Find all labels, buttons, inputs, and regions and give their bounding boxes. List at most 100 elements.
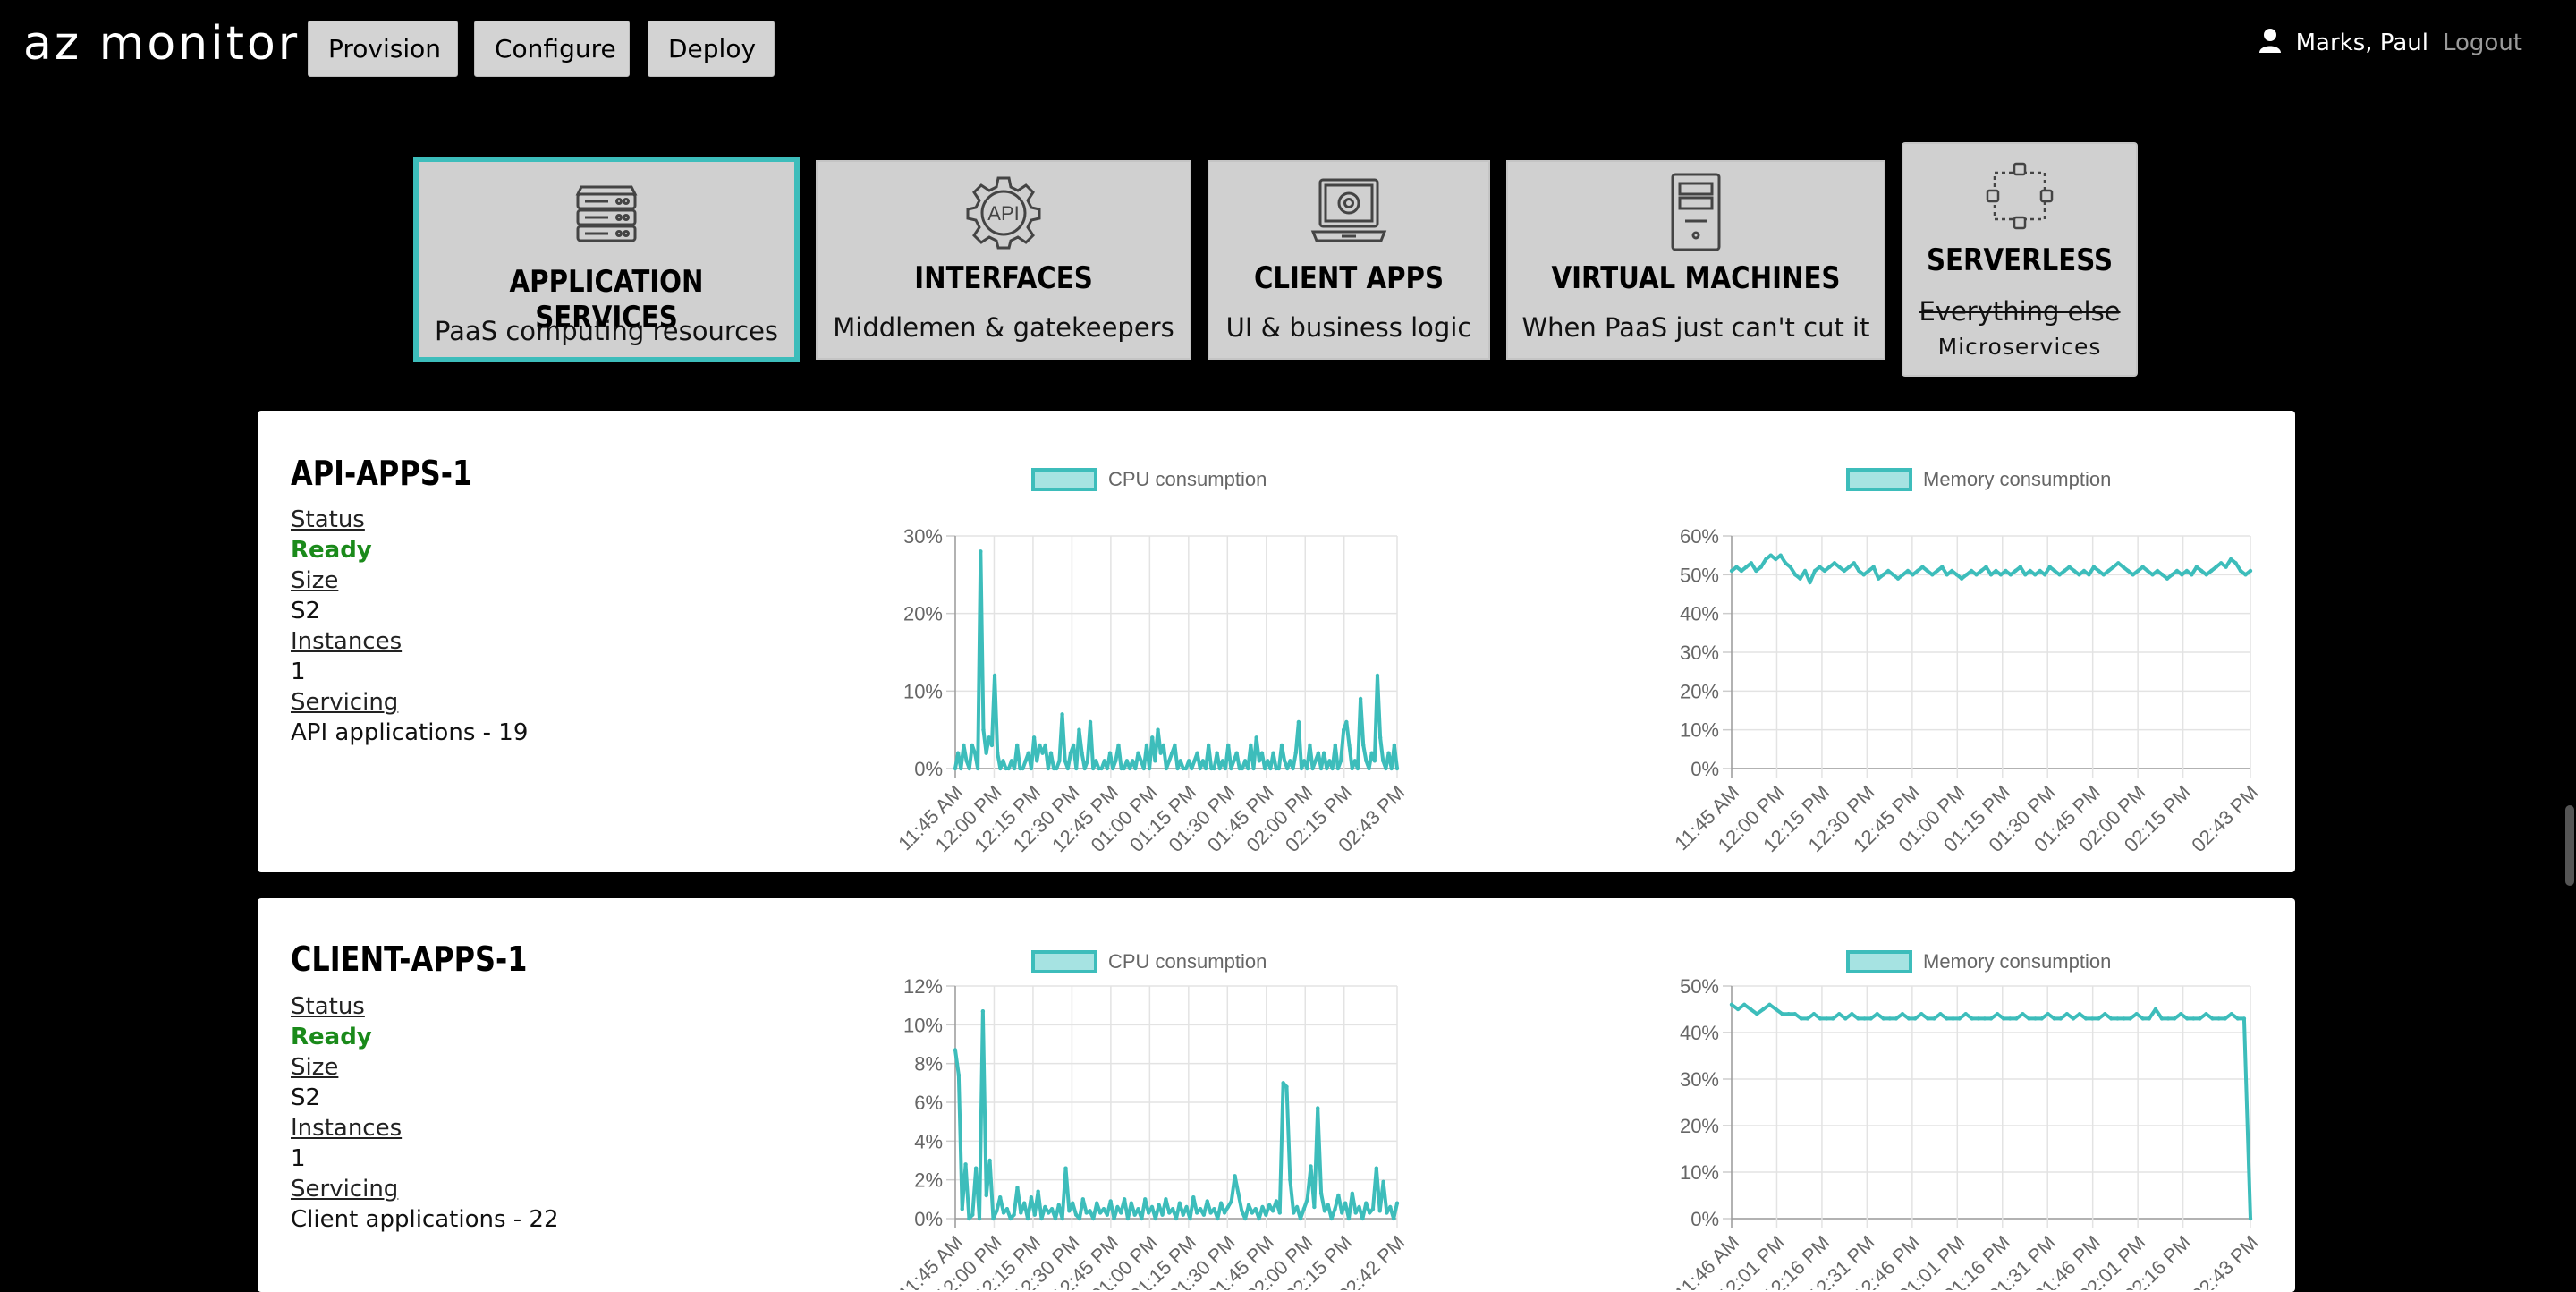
data-point [2091, 565, 2097, 569]
data-point [1744, 565, 1749, 569]
data-point [1008, 1216, 1013, 1221]
data-point [970, 743, 975, 748]
chart-legend: Memory consumption [1846, 950, 2111, 973]
data-point [1097, 1211, 1103, 1215]
data-point [1166, 759, 1172, 763]
data-point [1025, 1216, 1030, 1221]
legend-swatch [1846, 950, 1912, 973]
data-point [1906, 1016, 1911, 1021]
servicing-value: API applications - 19 [291, 719, 529, 746]
data-point [1875, 1012, 1879, 1016]
data-point [1260, 1204, 1265, 1210]
data-point [987, 1158, 992, 1163]
chart-legend: Memory consumption [1846, 468, 2111, 491]
data-point [1377, 735, 1383, 740]
data-point [1288, 759, 1292, 763]
data-point [1741, 1002, 1747, 1007]
data-point [1220, 759, 1225, 763]
data-point [2184, 568, 2190, 574]
tile-interfaces[interactable]: API INTERFACES Middlemen & gatekeepers [816, 160, 1191, 360]
data-point [1085, 759, 1090, 763]
data-point [2223, 1016, 2227, 1021]
data-point [1035, 759, 1039, 763]
size-value: S2 [291, 1084, 321, 1111]
data-point [1006, 766, 1011, 771]
configure-button[interactable]: Configure [474, 21, 630, 77]
data-point [1274, 1199, 1279, 1203]
legend-label: Memory consumption [1923, 468, 2111, 490]
data-point [1935, 568, 1940, 574]
data-point [1367, 1211, 1372, 1215]
data-point [1157, 1203, 1161, 1208]
data-point [1915, 568, 1920, 574]
tile-application-services[interactable]: APPLICATION SERVICES PaaS computing reso… [413, 157, 800, 362]
data-point [1982, 1016, 1987, 1021]
y-tick-label: 40% [1680, 1022, 1719, 1044]
data-point [1291, 766, 1295, 771]
data-point [1951, 1016, 1955, 1021]
data-point [2185, 1016, 2190, 1021]
data-point [998, 766, 1003, 771]
y-tick-label: 60% [1680, 525, 1719, 548]
tile-client-apps[interactable]: CLIENT APPS UI & business logic [1208, 160, 1490, 360]
y-tick-label: 0% [1690, 1208, 1719, 1230]
data-point [1901, 573, 1905, 577]
tile-subtitle: Middlemen & gatekeepers [833, 312, 1174, 343]
data-point [1036, 1189, 1040, 1194]
data-point [1305, 1197, 1309, 1202]
logout-link[interactable]: Logout [2443, 30, 2522, 56]
scrollbar[interactable] [2563, 0, 2576, 1278]
data-point [1114, 759, 1118, 763]
data-point [995, 1209, 999, 1213]
data-point [1318, 1191, 1324, 1196]
data-point [1988, 573, 1994, 577]
data-point [962, 743, 966, 748]
data-point [1294, 1204, 1300, 1210]
scrollbar-thumb[interactable] [2565, 805, 2574, 886]
data-point [1107, 751, 1113, 755]
data-point [1267, 1203, 1272, 1208]
data-point [995, 751, 1000, 755]
data-point [1090, 766, 1096, 771]
data-point [2111, 565, 2115, 569]
data-point [1837, 565, 1842, 569]
tile-serverless[interactable]: SERVERLESS Everything else Microservices [1902, 142, 2138, 377]
data-point [1768, 553, 1773, 557]
data-point [2145, 568, 2150, 574]
data-point [1783, 561, 1788, 565]
provision-button[interactable]: Provision [308, 21, 458, 77]
data-point [1905, 568, 1911, 574]
data-point [1847, 565, 1852, 569]
data-point [1333, 743, 1337, 748]
data-point [2089, 1016, 2095, 1021]
data-point [1344, 719, 1349, 725]
tile-virtual-machines[interactable]: VIRTUAL MACHINES When PaaS just can't cu… [1506, 160, 1885, 360]
data-point [1194, 1211, 1199, 1215]
resource-name: CLIENT-APPS-1 [291, 939, 528, 979]
y-tick-label: 20% [1680, 680, 1719, 702]
data-point [1729, 1002, 1734, 1007]
data-point [1350, 1191, 1355, 1196]
data-point [2004, 568, 2008, 574]
data-point [2180, 573, 2184, 577]
data-point [1321, 751, 1326, 755]
data-point [1374, 1166, 1379, 1170]
data-point [1217, 766, 1222, 771]
data-point [1105, 1212, 1110, 1217]
legend-swatch [1846, 468, 1912, 491]
data-point [1225, 1204, 1231, 1210]
data-point [1340, 1211, 1344, 1215]
data-point [2165, 576, 2170, 581]
deploy-button[interactable]: Deploy [648, 21, 775, 77]
data-point [2121, 565, 2125, 569]
data-point [2150, 573, 2155, 577]
data-point [1125, 1216, 1131, 1221]
data-point [1046, 766, 1051, 771]
data-point [1778, 553, 1783, 557]
data-point [1912, 1016, 1918, 1021]
data-point [1021, 1201, 1027, 1205]
data-point [1881, 1016, 1885, 1021]
data-point [1200, 759, 1206, 763]
series-points [953, 549, 1400, 771]
size-value: S2 [291, 598, 321, 625]
